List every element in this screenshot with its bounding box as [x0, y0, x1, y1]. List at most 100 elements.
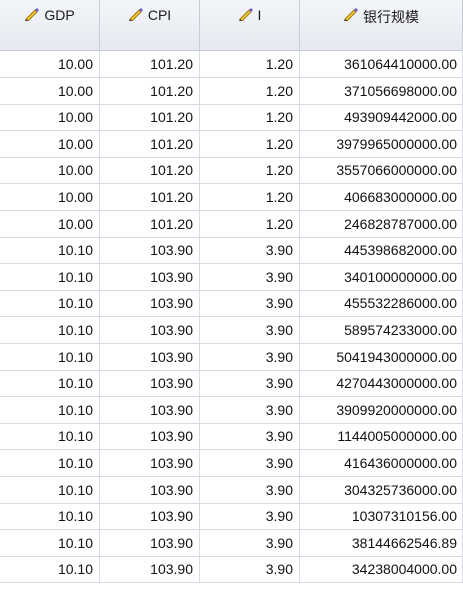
table-cell[interactable]: 3909920000000.00 — [300, 396, 463, 424]
table-cell[interactable]: 3.90 — [200, 556, 300, 584]
table-cell[interactable]: 3.90 — [200, 263, 300, 291]
table-cell[interactable]: 34238004000.00 — [300, 556, 463, 584]
table-cell[interactable]: 101.20 — [100, 104, 200, 132]
table-cell[interactable]: 10.00 — [0, 104, 100, 132]
table-cell[interactable]: 101.20 — [100, 157, 200, 185]
table-row[interactable]: 10.10 103.90 3.90 3909920000000.00 — [0, 396, 463, 424]
table-cell[interactable]: 10.00 — [0, 77, 100, 105]
table-cell[interactable]: 1.20 — [200, 157, 300, 185]
table-cell[interactable]: 3979965000000.00 — [300, 130, 463, 158]
table-cell[interactable]: 1.20 — [200, 77, 300, 105]
column-header-gdp[interactable]: GDP — [0, 0, 100, 51]
table-cell[interactable]: 1.20 — [200, 183, 300, 211]
table-cell[interactable]: 3.90 — [200, 343, 300, 371]
table-row[interactable]: 10.10 103.90 3.90 34238004000.00 — [0, 556, 463, 584]
table-row[interactable]: 10.00 101.20 1.20 3979965000000.00 — [0, 130, 463, 158]
table-cell[interactable]: 10.00 — [0, 130, 100, 158]
table-cell[interactable]: 10.00 — [0, 51, 100, 78]
table-cell[interactable]: 101.20 — [100, 130, 200, 158]
table-cell[interactable]: 103.90 — [100, 529, 200, 557]
table-cell[interactable]: 3.90 — [200, 290, 300, 318]
table-row[interactable]: 10.10 103.90 3.90 589574233000.00 — [0, 316, 463, 344]
table-cell[interactable]: 101.20 — [100, 51, 200, 78]
table-row[interactable]: 10.00 101.20 1.20 246828787000.00 — [0, 210, 463, 238]
table-cell[interactable]: 10.10 — [0, 370, 100, 398]
table-cell[interactable]: 103.90 — [100, 423, 200, 451]
table-cell[interactable]: 246828787000.00 — [300, 210, 463, 238]
table-cell[interactable]: 416436000000.00 — [300, 449, 463, 477]
table-cell[interactable]: 3.90 — [200, 529, 300, 557]
table-cell[interactable]: 10.00 — [0, 183, 100, 211]
table-cell[interactable]: 455532286000.00 — [300, 290, 463, 318]
table-cell[interactable]: 10.10 — [0, 237, 100, 265]
table-cell[interactable]: 361064410000.00 — [300, 51, 463, 78]
table-cell[interactable]: 3.90 — [200, 423, 300, 451]
table-cell[interactable]: 589574233000.00 — [300, 316, 463, 344]
table-row[interactable]: 10.10 103.90 3.90 4270443000000.00 — [0, 370, 463, 398]
table-cell[interactable]: 10.10 — [0, 290, 100, 318]
table-row[interactable]: 10.10 103.90 3.90 5041943000000.00 — [0, 343, 463, 371]
table-cell[interactable]: 103.90 — [100, 449, 200, 477]
table-cell[interactable]: 10.00 — [0, 210, 100, 238]
table-cell[interactable]: 3.90 — [200, 370, 300, 398]
table-cell[interactable]: 10.10 — [0, 343, 100, 371]
table-cell[interactable]: 103.90 — [100, 316, 200, 344]
table-cell[interactable]: 38144662546.89 — [300, 529, 463, 557]
table-cell[interactable]: 304325736000.00 — [300, 476, 463, 504]
table-row[interactable]: 10.00 101.20 1.20 361064410000.00 — [0, 51, 463, 78]
table-row[interactable]: 10.00 101.20 1.20 371056698000.00 — [0, 77, 463, 105]
table-cell[interactable]: 101.20 — [100, 210, 200, 238]
table-cell[interactable]: 3.90 — [200, 316, 300, 344]
table-cell[interactable]: 10.10 — [0, 449, 100, 477]
table-cell[interactable]: 5041943000000.00 — [300, 343, 463, 371]
table-row[interactable]: 10.10 103.90 3.90 10307310156.00 — [0, 503, 463, 531]
table-row[interactable]: 10.10 103.90 3.90 304325736000.00 — [0, 476, 463, 504]
table-row[interactable]: 10.00 101.20 1.20 406683000000.00 — [0, 183, 463, 211]
table-cell[interactable]: 1.20 — [200, 104, 300, 132]
table-cell[interactable]: 101.20 — [100, 77, 200, 105]
table-cell[interactable]: 10.10 — [0, 476, 100, 504]
table-row[interactable]: 10.10 103.90 3.90 416436000000.00 — [0, 449, 463, 477]
table-cell[interactable]: 103.90 — [100, 396, 200, 424]
table-cell[interactable]: 103.90 — [100, 263, 200, 291]
column-header-i[interactable]: I — [200, 0, 300, 51]
table-cell[interactable]: 3.90 — [200, 476, 300, 504]
table-cell[interactable]: 10307310156.00 — [300, 503, 463, 531]
table-cell[interactable]: 103.90 — [100, 503, 200, 531]
table-cell[interactable]: 3.90 — [200, 396, 300, 424]
table-cell[interactable]: 3.90 — [200, 237, 300, 265]
table-cell[interactable]: 340100000000.00 — [300, 263, 463, 291]
table-cell[interactable]: 10.10 — [0, 529, 100, 557]
table-cell[interactable]: 10.10 — [0, 556, 100, 584]
table-cell[interactable]: 103.90 — [100, 237, 200, 265]
table-row[interactable]: 10.00 101.20 1.20 493909442000.00 — [0, 104, 463, 132]
table-cell[interactable]: 101.20 — [100, 183, 200, 211]
table-row[interactable]: 10.10 103.90 3.90 455532286000.00 — [0, 290, 463, 318]
table-cell[interactable]: 3.90 — [200, 449, 300, 477]
table-cell[interactable]: 103.90 — [100, 370, 200, 398]
table-cell[interactable]: 1.20 — [200, 130, 300, 158]
table-row[interactable]: 10.10 103.90 3.90 1144005000000.00 — [0, 423, 463, 451]
table-cell[interactable]: 10.10 — [0, 263, 100, 291]
table-cell[interactable]: 10.10 — [0, 503, 100, 531]
table-row[interactable]: 10.10 103.90 3.90 340100000000.00 — [0, 263, 463, 291]
table-row[interactable]: 10.00 101.20 1.20 3557066000000.00 — [0, 157, 463, 185]
table-cell[interactable]: 3557066000000.00 — [300, 157, 463, 185]
table-cell[interactable]: 3.90 — [200, 503, 300, 531]
table-cell[interactable]: 1.20 — [200, 210, 300, 238]
table-cell[interactable]: 10.00 — [0, 157, 100, 185]
table-row[interactable]: 10.10 103.90 3.90 445398682000.00 — [0, 237, 463, 265]
column-header-bank-scale[interactable]: 银行规模 — [300, 0, 463, 51]
table-cell[interactable]: 10.10 — [0, 423, 100, 451]
column-header-cpi[interactable]: CPI — [100, 0, 200, 51]
table-cell[interactable]: 406683000000.00 — [300, 183, 463, 211]
table-cell[interactable]: 103.90 — [100, 290, 200, 318]
table-cell[interactable]: 1144005000000.00 — [300, 423, 463, 451]
table-cell[interactable]: 10.10 — [0, 396, 100, 424]
table-cell[interactable]: 4270443000000.00 — [300, 370, 463, 398]
table-cell[interactable]: 103.90 — [100, 556, 200, 584]
table-cell[interactable]: 10.10 — [0, 316, 100, 344]
table-cell[interactable]: 371056698000.00 — [300, 77, 463, 105]
table-row[interactable]: 10.10 103.90 3.90 38144662546.89 — [0, 529, 463, 557]
table-cell[interactable]: 445398682000.00 — [300, 237, 463, 265]
